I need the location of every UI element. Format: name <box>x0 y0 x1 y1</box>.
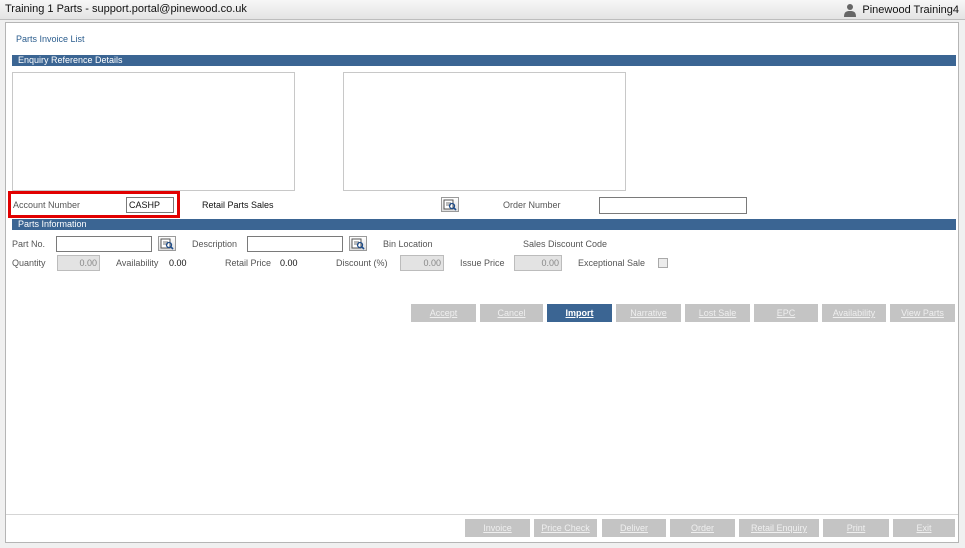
lookup-icon <box>443 199 457 211</box>
reference-box-right <box>343 72 626 191</box>
bin-location-label: Bin Location <box>383 239 433 249</box>
window-title-bar: Training 1 Parts - support.portal@pinewo… <box>0 0 965 20</box>
lookup-icon <box>160 238 174 250</box>
account-lookup-button[interactable] <box>441 197 459 212</box>
exit-button[interactable]: Exit <box>893 519 955 537</box>
deliver-button[interactable]: Deliver <box>602 519 666 537</box>
discount-input <box>400 255 444 271</box>
import-button[interactable]: Import <box>547 304 612 322</box>
user-name: Pinewood Training4 <box>862 3 959 16</box>
issue-price-label: Issue Price <box>460 258 505 268</box>
accept-button[interactable]: Accept <box>411 304 476 322</box>
description-input[interactable] <box>247 236 343 252</box>
user-icon <box>844 3 857 17</box>
page-title: Parts Invoice List <box>16 34 85 44</box>
account-number-highlight <box>8 191 180 218</box>
invoice-button[interactable]: Invoice <box>465 519 530 537</box>
footer-divider <box>6 514 958 515</box>
order-number-label: Order Number <box>503 200 561 210</box>
order-button[interactable]: Order <box>670 519 735 537</box>
quantity-input <box>57 255 100 271</box>
lookup-icon <box>351 238 365 250</box>
quantity-label: Quantity <box>12 258 46 268</box>
print-button[interactable]: Print <box>823 519 889 537</box>
retail-enquiry-button[interactable]: Retail Enquiry <box>739 519 819 537</box>
main-panel: Parts Invoice List Enquiry Reference Det… <box>5 22 959 543</box>
discount-label: Discount (%) <box>336 258 388 268</box>
user-menu[interactable]: Pinewood Training4 <box>843 2 959 17</box>
order-number-input[interactable] <box>599 197 747 214</box>
availability-label: Availability <box>116 258 159 268</box>
narrative-button[interactable]: Narrative <box>616 304 681 322</box>
issue-price-input <box>514 255 562 271</box>
exceptional-sale-checkbox[interactable] <box>658 258 668 268</box>
window-title: Training 1 Parts - support.portal@pinewo… <box>5 3 247 15</box>
enquiry-section-header: Enquiry Reference Details <box>12 55 956 66</box>
price-check-button[interactable]: Price Check <box>534 519 597 537</box>
cancel-button[interactable]: Cancel <box>480 304 543 322</box>
part-no-label: Part No. <box>12 239 46 249</box>
part-no-input[interactable] <box>56 236 152 252</box>
account-name: Retail Parts Sales <box>202 200 274 210</box>
epc-button[interactable]: EPC <box>754 304 818 322</box>
exceptional-sale-label: Exceptional Sale <box>578 258 646 268</box>
description-label: Description <box>192 239 238 249</box>
part-no-lookup-button[interactable] <box>158 236 176 251</box>
retail-price-label: Retail Price <box>225 258 272 268</box>
availability-button[interactable]: Availability <box>822 304 886 322</box>
description-lookup-button[interactable] <box>349 236 367 251</box>
reference-box-left <box>12 72 295 191</box>
availability-value: 0.00 <box>169 258 187 268</box>
view-parts-button[interactable]: View Parts <box>890 304 955 322</box>
lost-sale-button[interactable]: Lost Sale <box>685 304 750 322</box>
parts-section-header: Parts Information <box>12 219 956 230</box>
sales-discount-code-label: Sales Discount Code <box>523 239 608 249</box>
retail-price-value: 0.00 <box>280 258 298 268</box>
